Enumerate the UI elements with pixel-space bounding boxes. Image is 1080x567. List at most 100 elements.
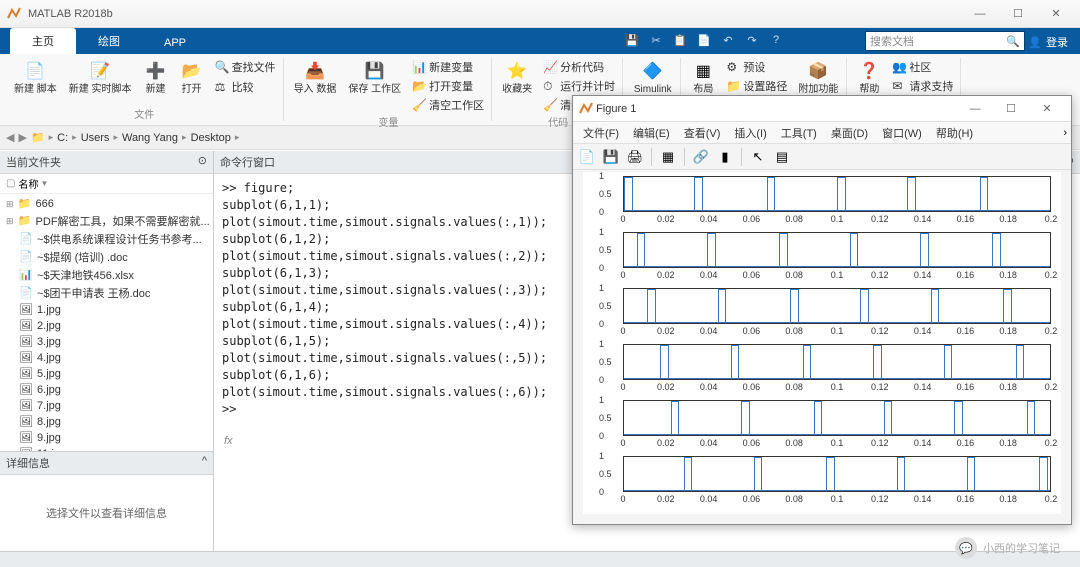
file-item[interactable]: 📊~$天津地铁456.xlsx	[2, 266, 211, 284]
insert-colorbar-icon[interactable]: ▮	[715, 147, 735, 167]
new-figure-icon[interactable]: 📄	[577, 147, 597, 167]
subplot: 00.5100.020.040.060.080.10.120.140.160.1…	[623, 288, 1051, 324]
file-item[interactable]: 🖼3.jpg	[2, 334, 211, 350]
file-item[interactable]: 📄~$供电系统课程设计任务书参考...	[2, 230, 211, 248]
data-cursor-icon[interactable]: ▦	[658, 147, 678, 167]
open-button[interactable]: 📂打开	[176, 58, 208, 97]
simulink-button[interactable]: 🔷Simulink	[630, 58, 676, 97]
file-item[interactable]: 📄~$提纲 (培训) .doc	[2, 248, 211, 266]
figure-minimize-button[interactable]: —	[957, 99, 993, 119]
run-and-time-button[interactable]: ⏱运行并计时	[540, 77, 618, 95]
cut-icon[interactable]: ✂	[647, 31, 665, 49]
set-path-button[interactable]: 📁设置路径	[723, 77, 790, 95]
figure-menu-item[interactable]: 查看(V)	[678, 123, 727, 143]
name-column[interactable]: 名称	[19, 176, 39, 191]
details-panel: 详细信息^ 选择文件以查看详细信息	[0, 451, 213, 551]
path-c[interactable]: C:	[57, 132, 68, 144]
request-support-button[interactable]: ✉请求支持	[889, 77, 956, 95]
link-icon[interactable]: 🔗	[691, 147, 711, 167]
tab-plots[interactable]: 绘图	[76, 28, 142, 54]
print-icon[interactable]: 🖨	[625, 147, 645, 167]
maximize-button[interactable]: ☐	[1000, 4, 1036, 24]
find-files-button[interactable]: 🔍查找文件	[212, 58, 279, 76]
save-workspace-button[interactable]: 💾保存 工作区	[344, 58, 405, 97]
file-list[interactable]: ⊞ 📁666⊞ 📁PDF解密工具，如果不需要解密就... 📄~$供电系统课程设计…	[0, 194, 213, 451]
new-variable-button[interactable]: 📊新建变量	[409, 58, 487, 76]
pointer-icon[interactable]: ↖	[748, 147, 768, 167]
subplot: 00.5100.020.040.060.080.10.120.140.160.1…	[623, 456, 1051, 492]
ribbon-group-variable: 📥导入 数据 💾保存 工作区 📊新建变量 📂打开变量 🧹清空工作区 变量	[286, 58, 493, 121]
file-item[interactable]: 🖼5.jpg	[2, 366, 211, 382]
save-figure-icon[interactable]: 💾	[601, 147, 621, 167]
current-folder-header: 当前文件夹⊙	[0, 151, 213, 174]
file-item[interactable]: 🖼9.jpg	[2, 430, 211, 446]
import-data-button[interactable]: 📥导入 数据	[290, 58, 341, 97]
path-users[interactable]: Users	[81, 132, 110, 144]
figure-menu-item[interactable]: 窗口(W)	[876, 123, 928, 143]
path-user[interactable]: Wang Yang	[122, 132, 178, 144]
new-button[interactable]: ➕新建	[140, 58, 172, 97]
matlab-icon	[579, 102, 593, 116]
search-placeholder: 搜索文档	[870, 33, 914, 49]
file-item[interactable]: ⊞ 📁666	[2, 196, 211, 212]
search-input[interactable]: 搜索文档 🔍	[865, 31, 1025, 51]
figure-title-bar: Figure 1 — ☐ ✕	[573, 96, 1071, 122]
file-item[interactable]: 🖼7.jpg	[2, 398, 211, 414]
watermark: 💬 小西的学习笔记	[955, 537, 1060, 559]
user-icon: 👤	[1028, 36, 1042, 49]
figure-maximize-button[interactable]: ☐	[993, 99, 1029, 119]
login-button[interactable]: 👤 登录	[1020, 31, 1076, 53]
paste-icon[interactable]: 📄	[695, 31, 713, 49]
status-bar	[0, 551, 1080, 567]
layout-button[interactable]: ▦布局	[687, 58, 719, 97]
search-icon[interactable]: 🔍	[1006, 35, 1020, 48]
addons-button[interactable]: 📦附加功能	[794, 58, 842, 97]
community-button[interactable]: 👥社区	[889, 58, 956, 76]
chevron-right-icon[interactable]: ›	[1063, 127, 1067, 139]
help-button[interactable]: ❓帮助	[853, 58, 885, 97]
file-item[interactable]: 🖼1.jpg	[2, 302, 211, 318]
new-script-button[interactable]: 📄新建 脚本	[10, 58, 61, 97]
file-item[interactable]: ⊞ 📁PDF解密工具，如果不需要解密就...	[2, 212, 211, 230]
minimize-button[interactable]: —	[962, 4, 998, 24]
copy-icon[interactable]: 📋	[671, 31, 689, 49]
path-desktop[interactable]: Desktop	[191, 132, 231, 144]
new-live-script-button[interactable]: 📝新建 实时脚本	[65, 58, 136, 97]
close-button[interactable]: ✕	[1038, 4, 1074, 24]
redo-icon[interactable]: ↷	[743, 31, 761, 49]
current-folder-panel: 当前文件夹⊙ ▢ 名称▼ ⊞ 📁666⊞ 📁PDF解密工具，如果不需要解密就..…	[0, 151, 214, 551]
file-item[interactable]: 📄~$团干申请表 王杨.doc	[2, 284, 211, 302]
clear-workspace-button[interactable]: 🧹清空工作区	[409, 96, 487, 114]
compare-button[interactable]: ⚖比较	[212, 78, 279, 96]
undo-icon[interactable]: ↶	[719, 31, 737, 49]
figure-menu-item[interactable]: 插入(I)	[728, 123, 772, 143]
file-item[interactable]: 🖼8.jpg	[2, 414, 211, 430]
wechat-icon: 💬	[955, 537, 977, 559]
analyze-code-button[interactable]: 📈分析代码	[540, 58, 618, 76]
title-bar: MATLAB R2018b — ☐ ✕	[0, 0, 1080, 28]
panel-menu-icon[interactable]: ⊙	[198, 154, 207, 170]
insert-legend-icon[interactable]: ▤	[772, 147, 792, 167]
forward-button[interactable]: ▶	[18, 131, 26, 144]
window-title: MATLAB R2018b	[28, 8, 962, 20]
save-icon[interactable]: 💾	[623, 31, 641, 49]
file-item[interactable]: 🖼6.jpg	[2, 382, 211, 398]
folder-icon[interactable]: 📁	[31, 131, 45, 144]
figure-menu-item[interactable]: 帮助(H)	[930, 123, 979, 143]
figure-menu-item[interactable]: 工具(T)	[775, 123, 823, 143]
figure-close-button[interactable]: ✕	[1029, 99, 1065, 119]
preferences-button[interactable]: ⚙预设	[723, 58, 790, 76]
back-button[interactable]: ◀	[6, 131, 14, 144]
tab-apps[interactable]: APP	[142, 32, 208, 54]
subplot: 00.5100.020.040.060.080.10.120.140.160.1…	[623, 400, 1051, 436]
help-icon[interactable]: ?	[767, 31, 785, 49]
open-variable-button[interactable]: 📂打开变量	[409, 77, 487, 95]
file-item[interactable]: 🖼2.jpg	[2, 318, 211, 334]
figure-menu-item[interactable]: 编辑(E)	[627, 123, 676, 143]
file-item[interactable]: 🖼4.jpg	[2, 350, 211, 366]
favorites-button[interactable]: ⭐收藏夹	[498, 58, 536, 97]
figure-menu-item[interactable]: 文件(F)	[577, 123, 625, 143]
tab-home[interactable]: 主页	[10, 28, 76, 54]
fx-icon[interactable]: fx	[224, 435, 233, 447]
figure-menu-item[interactable]: 桌面(D)	[825, 123, 874, 143]
